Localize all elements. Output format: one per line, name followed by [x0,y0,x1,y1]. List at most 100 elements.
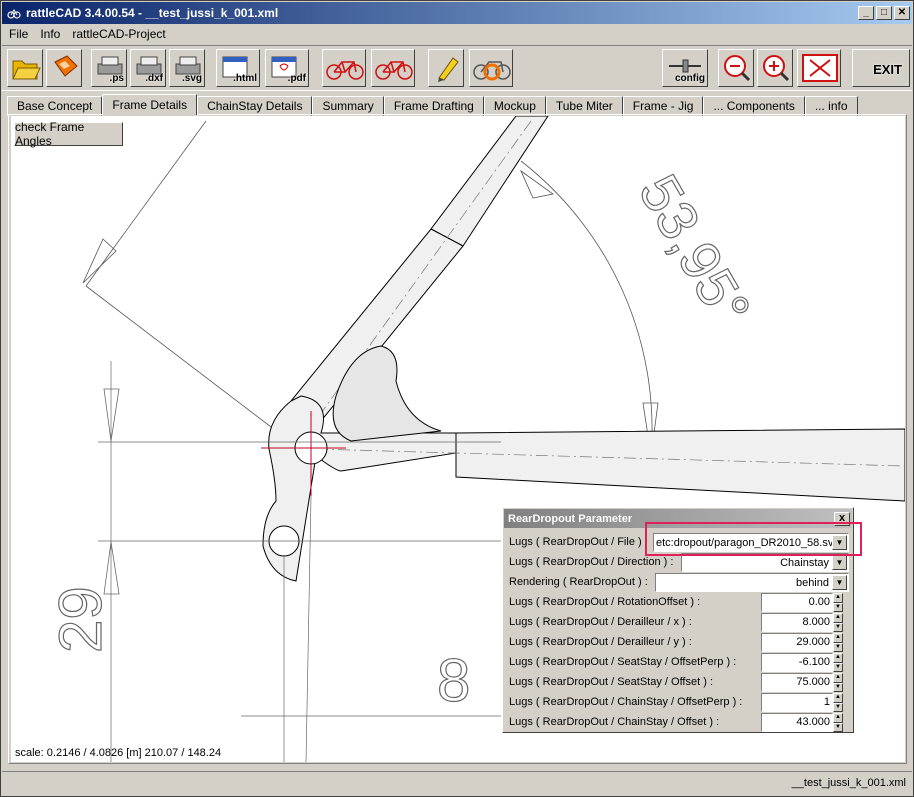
chain-stay-tube [455,428,905,502]
export-svg-button[interactable]: .svg [169,49,205,87]
bicycle-red-icon [326,61,364,80]
tab-frame-details[interactable]: Frame Details [102,94,198,115]
param-spinner[interactable]: 75.000 ▲ ▼ [761,673,843,692]
param-spinner[interactable]: 1 ▲ ▼ [761,693,843,712]
menu-info[interactable]: Info [39,27,61,41]
dropdown-arrow-icon[interactable]: ▼ [832,535,847,550]
export-dxf-button[interactable]: .dxf [130,49,166,87]
dimension-extension-line [85,285,297,447]
check-frame-angles-button[interactable]: check Frame Angles [14,120,123,148]
direction-label: Lugs ( RearDropOut / Direction ) : [509,556,674,568]
dropdown-arrow-icon[interactable]: ▼ [832,555,847,570]
derailleur-x-dimension: 8 [437,647,470,714]
folder-open-icon [12,60,41,80]
dim-arrow-2 [103,541,120,595]
spin-down-icon[interactable]: ▼ [833,662,843,672]
spin-down-icon[interactable]: ▼ [833,622,843,632]
angle-dimension-label: 53,95° [627,164,763,336]
tab-base-concept[interactable]: Base Concept [7,96,103,116]
export-html-button[interactable]: .html [216,49,260,87]
menu-rattlecad-project[interactable]: rattleCAD-Project [71,27,166,41]
exit-label: EXIT [873,62,902,77]
spin-down-icon[interactable]: ▼ [833,602,843,612]
param-value[interactable]: 8.000 [761,613,833,632]
param-spinner[interactable]: 29.000 ▲ ▼ [761,633,843,652]
direction-select[interactable]: Chainstay ▼ [681,553,849,572]
close-button[interactable]: ✕ [894,6,910,20]
param-value[interactable]: 0.00 [761,593,833,612]
spin-down-icon[interactable]: ▼ [833,642,843,652]
spin-up-icon[interactable]: ▲ [833,713,843,723]
zoom-out-icon [724,55,751,82]
spin-down-icon[interactable]: ▼ [833,702,843,712]
param-row: Lugs ( RearDropOut / SeatStay / Offset )… [509,673,849,693]
pencil-icon [438,57,459,82]
tab-frame-drafting[interactable]: Frame Drafting [383,96,484,116]
dropdown-arrow-icon[interactable]: ▼ [832,575,847,590]
spin-up-icon[interactable]: ▲ [833,633,843,643]
tab-mockup[interactable]: Mockup [483,96,546,116]
maximize-button[interactable]: □ [876,6,892,20]
param-spinner[interactable]: -6.100 ▲ ▼ [761,653,843,672]
save-disk-icon [54,55,78,77]
param-value[interactable]: 1 [761,693,833,712]
tab-tube-miter[interactable]: Tube Miter [545,96,623,116]
param-value[interactable]: 29.000 [761,633,833,652]
rendering-value: behind [795,576,829,589]
dialog-title: RearDropout Parameter [508,512,633,525]
dialog-title-bar[interactable]: RearDropout Parameter x [504,509,852,528]
file-select[interactable]: etc:dropout/paragon_DR2010_58.svg ▼ [653,533,849,552]
zoom-in-button[interactable] [757,49,793,87]
param-value[interactable]: 75.000 [761,673,833,692]
menu-file[interactable]: File [8,27,29,41]
zoom-fit-button[interactable] [797,49,841,87]
spin-up-icon[interactable]: ▲ [833,693,843,703]
fit-to-screen-icon [802,54,838,82]
spin-up-icon[interactable]: ▲ [833,673,843,683]
spin-down-icon[interactable]: ▼ [833,682,843,692]
dialog-close-button[interactable]: x [834,511,850,526]
tab-components[interactable]: ... Components [703,96,805,116]
derailleur-y-dimension: 29 [47,586,114,653]
param-row: Lugs ( RearDropOut / SeatStay / OffsetPe… [509,653,849,673]
window-title: rattleCAD 3.4.00.54 - __test_jussi_k_001… [26,6,279,20]
spin-up-icon[interactable]: ▲ [833,593,843,603]
param-row: Lugs ( RearDropOut / Derailleur / y ) : … [509,633,849,653]
edit-button[interactable] [428,49,464,87]
zoom-in-icon [763,55,790,82]
param-value[interactable]: -6.100 [761,653,833,672]
scale-readout: scale: 0.2146 / 4.0826 [m] 210.07 / 148.… [15,747,222,759]
param-value[interactable]: 43.000 [761,713,833,732]
param-row-rendering: Rendering ( RearDropOut ) : behind ▼ [509,573,849,593]
open-button[interactable] [7,49,43,87]
tab-summary[interactable]: Summary [312,96,384,116]
minimize-button[interactable]: _ [858,6,874,20]
exit-button[interactable]: EXIT [852,49,910,87]
tab-frame-jig[interactable]: Frame - Jig [622,96,704,116]
zoom-out-button[interactable] [718,49,754,87]
bicycle-red-icon [375,61,413,80]
spin-down-icon[interactable]: ▼ [833,722,843,732]
config-label: config [675,73,705,84]
render-bicycle-button[interactable] [469,49,513,87]
pdf-label: .pdf [287,73,306,84]
param-spinner[interactable]: 0.00 ▲ ▼ [761,593,843,612]
spin-up-icon[interactable]: ▲ [833,613,843,623]
save-button[interactable] [46,49,82,87]
tab-chainstay-details[interactable]: ChainStay Details [197,96,313,116]
param-label: Lugs ( RearDropOut / SeatStay / OffsetPe… [509,656,737,668]
export-ps-button[interactable]: .ps [91,49,127,87]
export-pdf-button[interactable]: .pdf [265,49,309,87]
rattlecad-icon [6,5,22,21]
param-spinner[interactable]: 43.000 ▲ ▼ [761,713,843,732]
tab-info[interactable]: ... info [804,96,858,116]
bicycle-view-button[interactable] [322,49,366,87]
bicycle-compare-button[interactable] [371,49,415,87]
param-spinner[interactable]: 8.000 ▲ ▼ [761,613,843,632]
dim-arrow-1 [103,388,120,442]
rendering-select[interactable]: behind ▼ [655,573,849,592]
config-button[interactable]: config [662,49,708,87]
bicycle-refresh-icon [473,61,511,81]
spin-up-icon[interactable]: ▲ [833,653,843,663]
rendering-label: Rendering ( RearDropOut ) : [509,576,648,588]
